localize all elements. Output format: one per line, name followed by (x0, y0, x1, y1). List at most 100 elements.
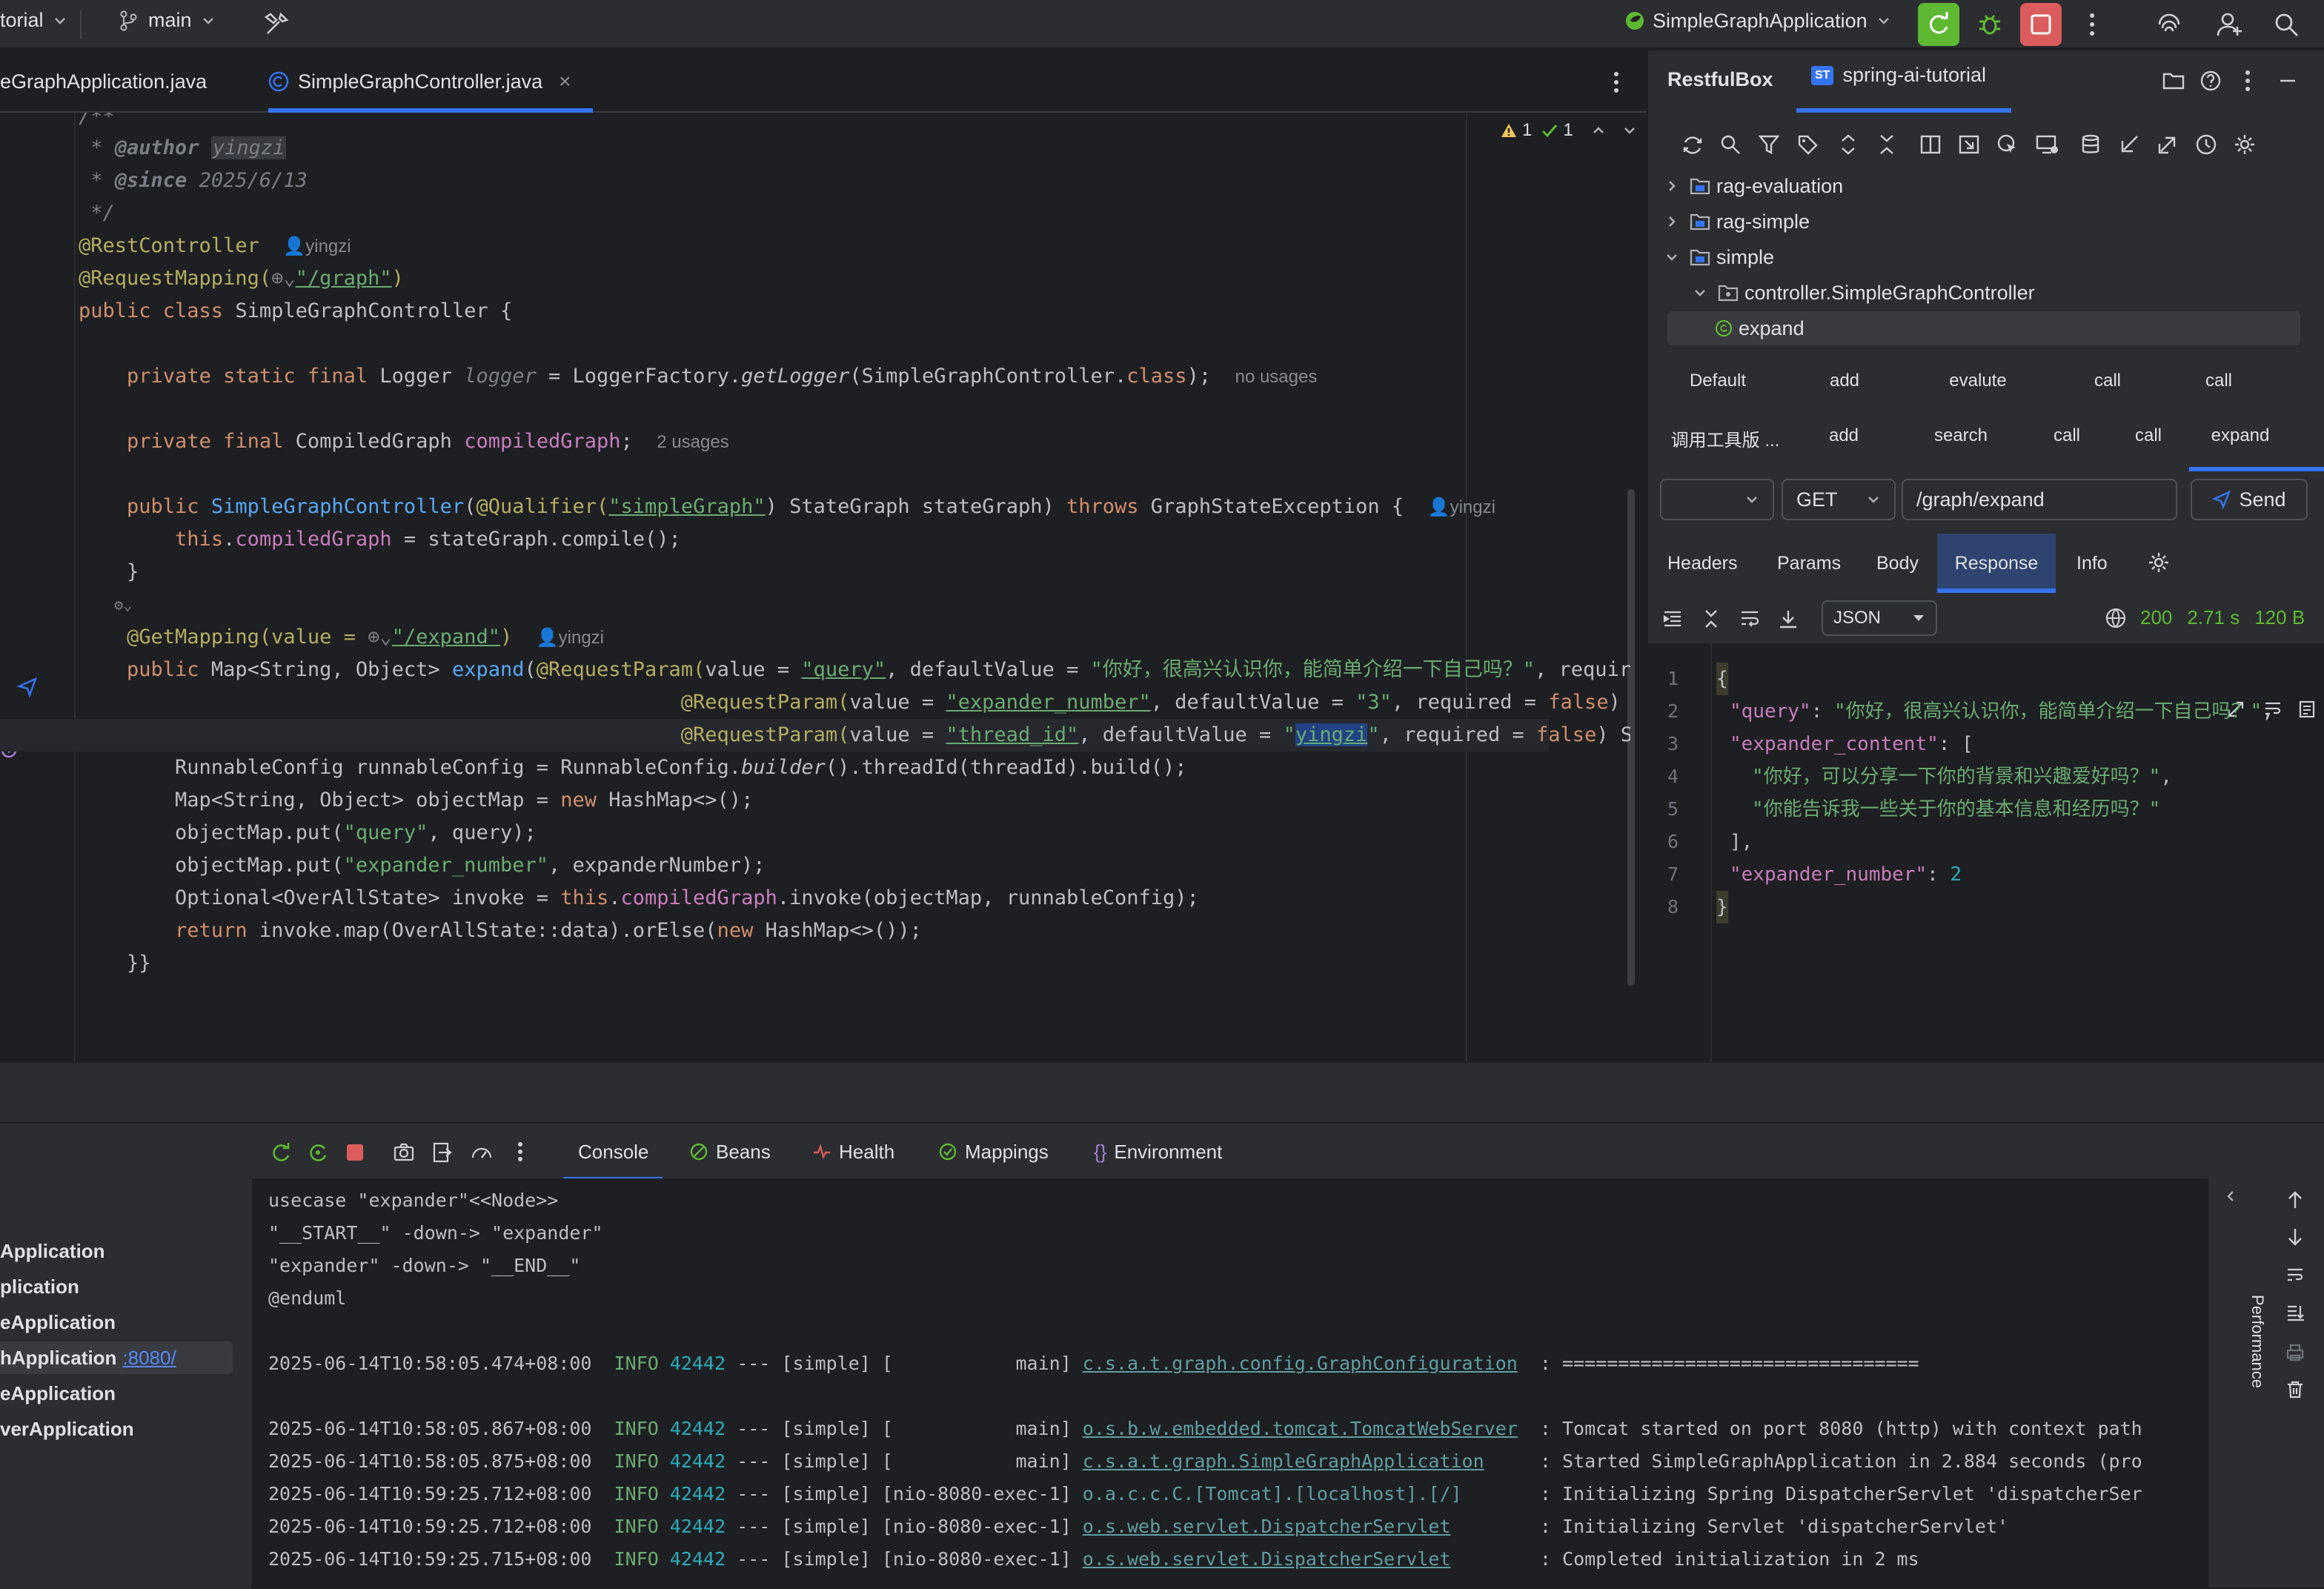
tab-headers[interactable]: Headers (1667, 534, 1738, 593)
method-select[interactable]: GET (1782, 479, 1896, 520)
code-area[interactable]: /** * @author yingzi * @since 2025/6/13 … (0, 113, 1630, 1061)
tools-icon[interactable] (256, 4, 296, 44)
expand-all-icon[interactable] (1838, 133, 1859, 156)
tree-item-expand[interactable]: expand (1667, 311, 2300, 345)
split-view-icon[interactable] (1919, 133, 1942, 156)
arrow-down-icon[interactable] (2285, 1227, 2305, 1247)
format-select[interactable]: JSON (1822, 600, 1937, 636)
wrap-icon[interactable] (1739, 608, 1761, 630)
json-viewer[interactable]: 1 2 3 4 5 6 7 8 { "query": "你好，很高兴认识你，能简… (1648, 643, 2324, 1061)
tab-beans[interactable]: Beans (689, 1125, 771, 1178)
tab-body[interactable]: Body (1876, 534, 1919, 593)
tab-graph-application[interactable]: eGraphApplication.java (0, 50, 207, 113)
rerun-icon[interactable] (1918, 3, 1959, 46)
collapse-icon[interactable] (1700, 608, 1722, 630)
tab-simple-graph-controller[interactable]: SimpleGraphController.java × (268, 50, 580, 113)
download-icon[interactable] (1777, 608, 1799, 630)
camera-icon[interactable] (393, 1141, 415, 1164)
ai-assistant-icon[interactable] (2149, 4, 2189, 44)
tab-params[interactable]: Params (1777, 534, 1841, 593)
endpoint-expand[interactable]: expand (2200, 425, 2281, 446)
import-icon[interactable] (2118, 133, 2140, 156)
panel-more-icon[interactable] (2228, 61, 2268, 101)
port-link[interactable]: :8080/ (122, 1347, 176, 1370)
add-user-icon[interactable] (2210, 4, 2250, 44)
log-line: 2025-06-14T10:58:05.875+08:00 INFO 42442… (268, 1450, 2142, 1472)
print-icon[interactable] (2285, 1343, 2305, 1362)
refresh-icon[interactable] (1681, 133, 1704, 157)
run-item[interactable]: verApplication (0, 1413, 233, 1445)
tab-info[interactable]: Info (2076, 534, 2108, 593)
endpoint-evalute[interactable]: evalute (1930, 371, 2026, 391)
endpoint-call[interactable]: call (2115, 425, 2182, 446)
endpoint-call[interactable]: call (2034, 425, 2100, 446)
trash-icon[interactable] (2285, 1380, 2305, 1399)
response-status: 200 2.71 s 120 B (2105, 606, 2305, 629)
endpoint-call[interactable]: call (2182, 371, 2256, 391)
folder-icon[interactable] (2154, 61, 2194, 101)
monitor-icon[interactable] (2035, 133, 2059, 156)
tree-item-rag-evaluation[interactable]: rag-evaluation (1648, 169, 2300, 203)
url-input[interactable]: /graph/expand (1902, 479, 2177, 520)
settings-icon[interactable] (2234, 133, 2256, 156)
endpoint-search[interactable]: search (1916, 425, 2005, 446)
tab-console[interactable]: Console (578, 1125, 648, 1178)
endpoint-default[interactable]: Default (1666, 371, 1770, 391)
soft-wrap-icon[interactable] (2285, 1266, 2305, 1285)
restart-icon[interactable] (307, 1141, 329, 1164)
endpoint-add[interactable]: add (1807, 425, 1881, 446)
more-icon[interactable] (517, 1141, 523, 1162)
gauge-icon[interactable] (470, 1141, 494, 1164)
endpoint-call[interactable]: call (2071, 371, 2145, 391)
tab-health[interactable]: Health (812, 1125, 894, 1178)
tree-item-simple[interactable]: simple (1648, 240, 2300, 274)
tab-mappings[interactable]: Mappings (938, 1125, 1049, 1178)
tree-item-rag-simple[interactable]: rag-simple (1648, 205, 2300, 239)
arrow-up-icon[interactable] (2285, 1190, 2305, 1210)
tab-environment[interactable]: {} Environment (1094, 1125, 1222, 1178)
stop-icon[interactable] (2020, 3, 2062, 46)
debug-icon[interactable] (1970, 4, 2010, 44)
filter-icon[interactable] (1758, 133, 1780, 156)
format-icon[interactable] (1661, 608, 1684, 630)
rerun-icon[interactable] (270, 1141, 292, 1164)
caret-down-icon (1912, 614, 1925, 623)
tab-spring-ai-tutorial[interactable]: ST spring-ai-tutorial (1811, 64, 1986, 87)
project-selector[interactable]: torial (0, 9, 67, 32)
settings-icon[interactable] (2148, 551, 2170, 574)
tag-icon[interactable] (1796, 133, 1819, 156)
close-icon[interactable]: × (559, 70, 571, 93)
run-item[interactable]: eApplication (0, 1377, 233, 1410)
run-item[interactable]: eApplication (0, 1306, 233, 1338)
help-icon[interactable] (2191, 61, 2231, 101)
search-icon[interactable] (2266, 4, 2306, 44)
search-icon[interactable] (1719, 133, 1742, 156)
run-item-selected[interactable]: hApplication:8080/ (0, 1341, 233, 1374)
cursor-icon[interactable] (1996, 133, 2019, 156)
collapse-all-icon[interactable] (1876, 133, 1897, 156)
tree-item-controller[interactable]: controller.SimpleGraphController (1648, 276, 2300, 310)
tab-response[interactable]: Response (1937, 534, 2056, 593)
performance-tab[interactable]: Performance (2247, 1267, 2268, 1416)
console-output[interactable]: usecase "expander"<<Node>> "__START__" -… (252, 1178, 2208, 1588)
locate-icon[interactable] (1958, 133, 1980, 156)
tab-more-icon[interactable] (1596, 62, 1636, 102)
more-icon[interactable] (2072, 4, 2112, 44)
run-config-selector[interactable]: SimpleGraphApplication (1623, 9, 1891, 33)
exit-icon[interactable] (431, 1141, 454, 1164)
run-item[interactable]: plication (0, 1270, 233, 1303)
branch-selector[interactable]: main (119, 9, 216, 32)
export-icon[interactable] (2157, 133, 2179, 156)
endpoint-add[interactable]: add (1804, 371, 1885, 391)
document-icon[interactable] (2297, 700, 2317, 719)
chevron-left-icon[interactable] (2223, 1189, 2238, 1204)
env-select[interactable] (1660, 479, 1774, 520)
minimize-icon[interactable] (2268, 61, 2308, 101)
stop-icon[interactable] (345, 1143, 365, 1162)
endpoint-tool-version[interactable]: 调用工具版 ... (1659, 425, 1792, 451)
run-item[interactable]: Application (0, 1235, 233, 1267)
database-icon[interactable] (2079, 133, 2102, 156)
history-icon[interactable] (2195, 133, 2217, 156)
send-button[interactable]: Send (2191, 479, 2308, 520)
scroll-to-end-icon[interactable] (2285, 1303, 2305, 1322)
